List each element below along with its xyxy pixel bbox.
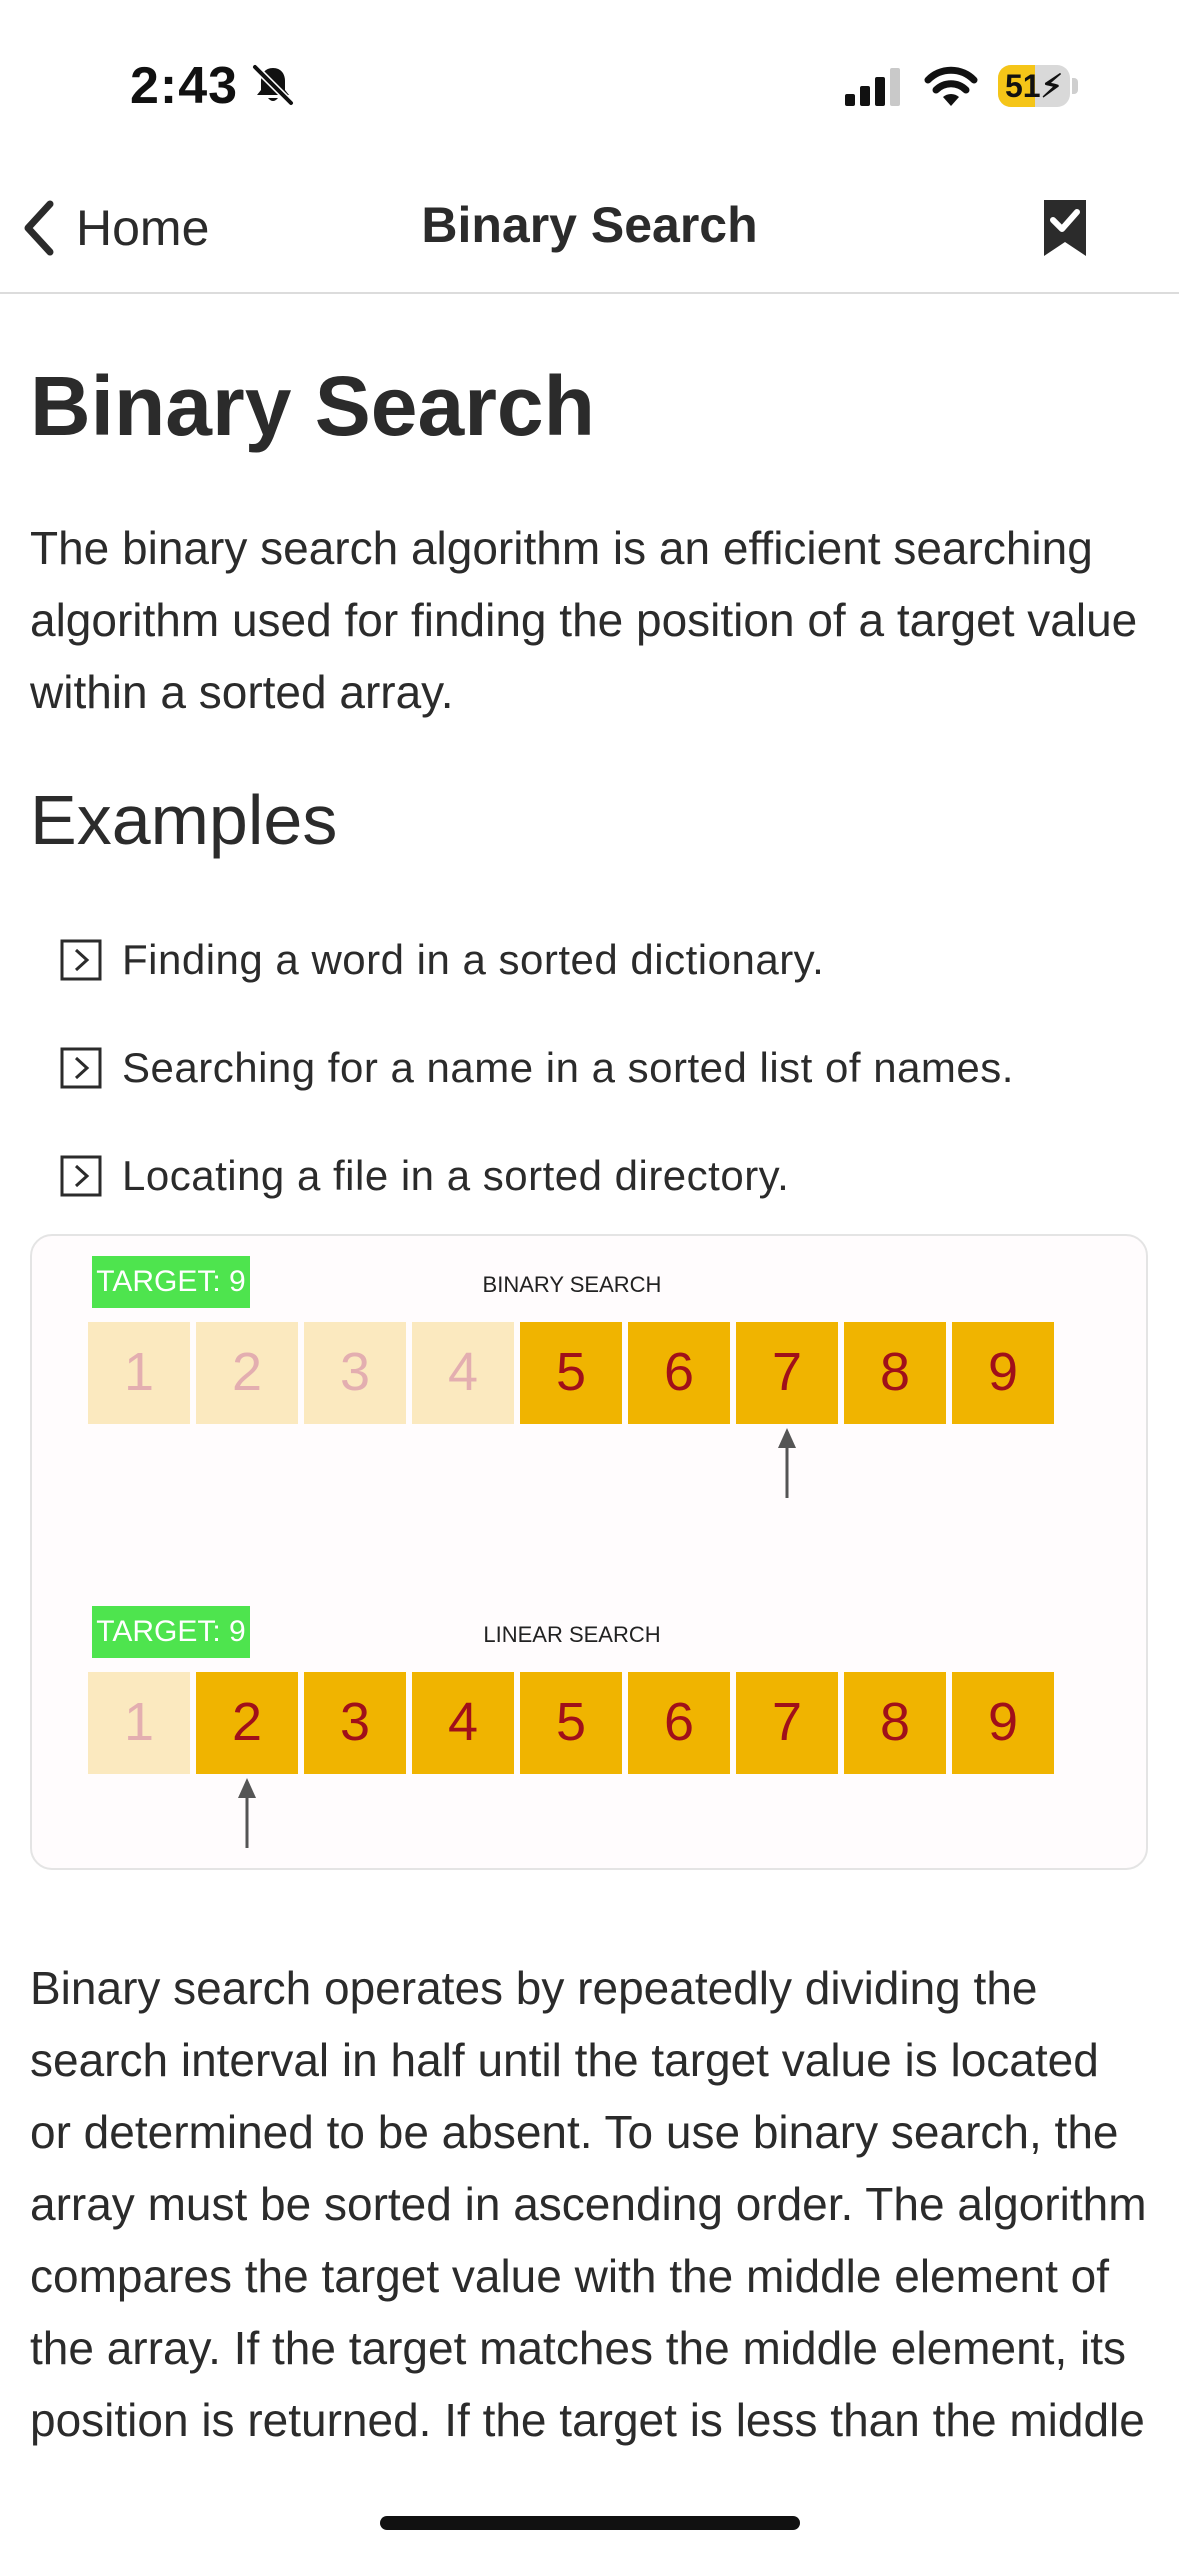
array-cell-value: 7	[772, 1342, 802, 1402]
array-cell-value: 3	[340, 1692, 370, 1752]
example-text: Locating a file in a sorted directory.	[122, 1152, 790, 1200]
chevron-left-icon	[24, 200, 54, 256]
search-comparison-figure: TARGET: 9 BINARY SEARCH 1 2 3 4 5 6 7 8 9 TARGET: 9…	[30, 1234, 1148, 1871]
array-cell-value: 5	[556, 1692, 586, 1752]
body-paragraph: Binary search operates by repeatedly div…	[30, 1962, 1147, 2447]
chevron-right-square-icon	[60, 1155, 102, 1197]
array-cell-value: 1	[124, 1692, 154, 1752]
examples-heading: Examples	[30, 781, 338, 860]
pointer-arrow-head	[238, 1778, 256, 1799]
cellular-signal-icon	[845, 68, 900, 106]
status-time: 2:43	[130, 57, 239, 115]
back-button[interactable]: Home	[20, 188, 209, 268]
battery-cap	[1072, 78, 1078, 94]
home-indicator	[380, 2516, 800, 2530]
chevron-right-square-icon	[60, 1047, 102, 1089]
page-title: Binary Search	[30, 359, 595, 453]
bell-slash-icon	[252, 64, 294, 106]
array-cell-value: 3	[340, 1342, 370, 1402]
wifi-icon	[924, 66, 978, 106]
screen: 2:43 51⚡︎ Home Binary Search Binary Sear…	[0, 0, 1179, 2556]
status-bar: 2:43 51⚡︎	[0, 0, 1179, 150]
navigation-bar: Home Binary Search	[0, 170, 1179, 294]
target-label: TARGET: 9	[96, 1265, 245, 1298]
array-cell-value: 9	[988, 1342, 1018, 1402]
back-label: Home	[76, 200, 210, 256]
list-item: Finding a word in a sorted dictionary.	[30, 906, 1150, 1014]
panel-title: BINARY SEARCH	[483, 1272, 662, 1297]
array-cell-value: 5	[556, 1342, 586, 1402]
array-cell-value: 9	[988, 1692, 1018, 1752]
battery-body: 51⚡︎	[998, 65, 1070, 107]
target-label: TARGET: 9	[96, 1615, 245, 1648]
article-content: Binary Search The binary search algorith…	[30, 294, 1150, 2456]
example-text: Finding a word in a sorted dictionary.	[122, 936, 825, 984]
chevron-right-square-icon	[60, 939, 102, 981]
battery-indicator: 51⚡︎	[998, 65, 1078, 107]
examples-list: Finding a word in a sorted dictionary. S…	[30, 906, 1150, 1230]
array-cell-value: 2	[232, 1342, 262, 1402]
array-cell-value: 8	[880, 1342, 910, 1402]
array-cell-value: 7	[772, 1692, 802, 1752]
list-item: Searching for a name in a sorted list of…	[30, 1014, 1150, 1122]
search-animation-image: TARGET: 9 BINARY SEARCH 1 2 3 4 5 6 7 8 9 TARGET: 9…	[88, 1256, 1054, 1849]
intro-paragraph: The binary search algorithm is an effici…	[30, 522, 1138, 719]
battery-level-text: 51⚡︎	[1004, 68, 1064, 104]
array-cell-value: 1	[124, 1342, 154, 1402]
bookmark-check-icon[interactable]	[1040, 198, 1090, 258]
array-cell-value: 2	[232, 1692, 262, 1752]
array-cell-value: 8	[880, 1692, 910, 1752]
list-item: Locating a file in a sorted directory.	[30, 1122, 1150, 1230]
example-text: Searching for a name in a sorted list of…	[122, 1044, 1014, 1092]
pointer-arrow-head	[778, 1428, 796, 1449]
panel-title: LINEAR SEARCH	[483, 1622, 660, 1647]
array-cell-value: 4	[448, 1692, 478, 1752]
array-cell-value: 6	[664, 1692, 694, 1752]
array-cell-value: 6	[664, 1342, 694, 1402]
array-cell-value: 4	[448, 1342, 478, 1402]
